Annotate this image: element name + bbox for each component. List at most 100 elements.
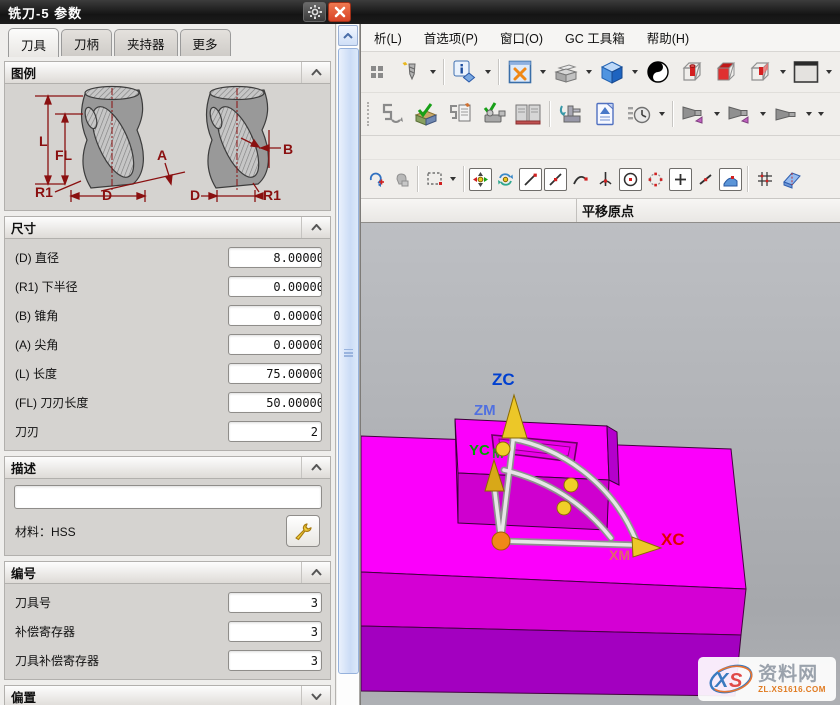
- cone-tool-3-icon[interactable]: [770, 98, 802, 130]
- field-row-diameter: (D) 直径 8.00000: [5, 243, 330, 272]
- generate-toolpath-icon[interactable]: [376, 98, 408, 130]
- scrollbar-up-button[interactable]: [338, 25, 358, 46]
- section-cube-axis-icon[interactable]: [676, 56, 708, 88]
- tool-time-icon[interactable]: [623, 98, 655, 130]
- tab-more[interactable]: 更多: [180, 29, 231, 56]
- object-info-icon[interactable]: [449, 56, 481, 88]
- window-blank-icon[interactable]: [790, 56, 822, 88]
- dropdown-arrow[interactable]: [632, 70, 638, 74]
- description-input[interactable]: [14, 485, 322, 509]
- intersection-point-icon[interactable]: [594, 168, 617, 191]
- tool-comp-register-input[interactable]: 3: [228, 650, 322, 671]
- dialog-scrollbar[interactable]: [337, 24, 360, 705]
- marquee-select-icon[interactable]: [423, 168, 446, 191]
- menu-item-gc-toolbox[interactable]: GC 工具箱: [556, 25, 634, 50]
- snap-rotate-icon[interactable]: [494, 168, 517, 191]
- machine-sim-icon[interactable]: [555, 98, 587, 130]
- numbers-group-header[interactable]: 编号: [5, 562, 330, 584]
- control-point-icon[interactable]: [569, 168, 592, 191]
- verify-toolpath-icon[interactable]: [410, 98, 442, 130]
- existing-point-icon[interactable]: [669, 168, 692, 191]
- dialog-settings-button[interactable]: [303, 2, 326, 22]
- dropdown-arrow[interactable]: [818, 112, 824, 116]
- dimensions-group: 尺寸 (D) 直径 8.00000 (R1) 下半径 0.00000 (B) 锥…: [4, 216, 331, 451]
- diameter-input[interactable]: 8.00000: [228, 247, 322, 268]
- datum-plane-icon[interactable]: [778, 165, 806, 193]
- dropdown-arrow[interactable]: [826, 70, 832, 74]
- dropdown-arrow[interactable]: [430, 70, 436, 74]
- quadrant-point-icon[interactable]: [644, 168, 667, 191]
- flutes-input[interactable]: 2: [228, 421, 322, 442]
- tab-tool[interactable]: 刀具: [8, 28, 59, 57]
- prompt-text: 平移原点: [582, 201, 634, 220]
- shop-doc-icon[interactable]: [512, 98, 544, 130]
- cone-tool-2-icon[interactable]: [724, 98, 756, 130]
- menu-item-preferences[interactable]: 首选项(P): [415, 25, 487, 50]
- section-cube-fill-icon[interactable]: [710, 56, 742, 88]
- section-cube-corner-icon[interactable]: [744, 56, 776, 88]
- dropdown-arrow[interactable]: [659, 112, 665, 116]
- collapse-chevron-icon[interactable]: [301, 562, 330, 583]
- scrollbar-thumb[interactable]: [338, 48, 359, 674]
- collapse-chevron-icon[interactable]: [301, 217, 330, 238]
- rotate-point-icon[interactable]: [364, 168, 387, 191]
- taper-angle-input[interactable]: 0.00000: [228, 305, 322, 326]
- dropdown-arrow[interactable]: [540, 70, 546, 74]
- tab-holder[interactable]: 夹持器: [114, 29, 178, 56]
- menu-item-help[interactable]: 帮助(H): [638, 25, 698, 50]
- clipped-toolbar-icon[interactable]: [364, 58, 392, 86]
- length-input[interactable]: 75.00000: [228, 363, 322, 384]
- legend-label-D: D: [102, 187, 112, 203]
- graphics-viewport[interactable]: ZM XM M: [361, 223, 840, 705]
- fit-view-icon[interactable]: [504, 56, 536, 88]
- collapse-chevron-icon[interactable]: [301, 62, 330, 83]
- collapse-chevron-icon[interactable]: [301, 457, 330, 478]
- cone-tool-icon[interactable]: [678, 98, 710, 130]
- report-icon[interactable]: [589, 98, 621, 130]
- field-row-lower-radius: (R1) 下半径 0.00000: [5, 272, 330, 301]
- legend-group-header[interactable]: 图例: [5, 62, 330, 84]
- dimensions-group-header[interactable]: 尺寸: [5, 217, 330, 239]
- offset-group-header[interactable]: 偏置: [5, 686, 330, 705]
- dropdown-arrow[interactable]: [806, 112, 812, 116]
- tool-number-input[interactable]: 3: [228, 592, 322, 613]
- dropdown-arrow[interactable]: [760, 112, 766, 116]
- point-on-surface-icon[interactable]: [719, 168, 742, 191]
- menu-item-analysis[interactable]: 析(L): [365, 25, 411, 50]
- dropdown-arrow[interactable]: [450, 177, 456, 181]
- pan-hand-icon[interactable]: [389, 168, 412, 191]
- legend-label-A: A: [157, 147, 167, 163]
- edit-material-button[interactable]: [286, 515, 320, 547]
- dropdown-arrow[interactable]: [586, 70, 592, 74]
- snap-enable-icon[interactable]: [469, 168, 492, 191]
- shaded-view-icon[interactable]: [596, 56, 628, 88]
- expand-chevron-icon[interactable]: [301, 686, 330, 705]
- tab-shank[interactable]: 刀柄: [61, 29, 112, 56]
- description-group-header[interactable]: 描述: [5, 457, 330, 479]
- field-row-flutes: 刀刃 2: [5, 417, 330, 446]
- postprocess-icon[interactable]: [478, 98, 510, 130]
- dropdown-arrow[interactable]: [485, 70, 491, 74]
- cavity-mill-icon[interactable]: [550, 56, 582, 88]
- dialog-close-button[interactable]: [328, 2, 351, 22]
- end-point-icon[interactable]: [519, 168, 542, 191]
- menu-item-window[interactable]: 窗口(O): [491, 25, 552, 50]
- legend-label-R1: R1: [35, 184, 53, 200]
- tip-angle-input[interactable]: 0.00000: [228, 334, 322, 355]
- lower-radius-input[interactable]: 0.00000: [228, 276, 322, 297]
- simulate-tool-icon[interactable]: [394, 56, 426, 88]
- flute-length-input[interactable]: 50.00000: [228, 392, 322, 413]
- grid-snap-icon[interactable]: [753, 168, 776, 191]
- point-on-curve-icon[interactable]: [694, 168, 717, 191]
- list-toolpath-icon[interactable]: [444, 98, 476, 130]
- comp-register-input[interactable]: 3: [228, 621, 322, 642]
- field-row-taper-angle: (B) 锥角 0.00000: [5, 301, 330, 330]
- dropdown-arrow[interactable]: [714, 112, 720, 116]
- dropdown-arrow[interactable]: [780, 70, 786, 74]
- toolbar-drag-handle[interactable]: [367, 102, 371, 126]
- toolbar-operations: [361, 93, 840, 136]
- arc-center-icon[interactable]: [619, 168, 642, 191]
- mid-point-icon[interactable]: [544, 168, 567, 191]
- render-style-icon[interactable]: [642, 56, 674, 88]
- field-label: (D) 直径: [15, 249, 228, 266]
